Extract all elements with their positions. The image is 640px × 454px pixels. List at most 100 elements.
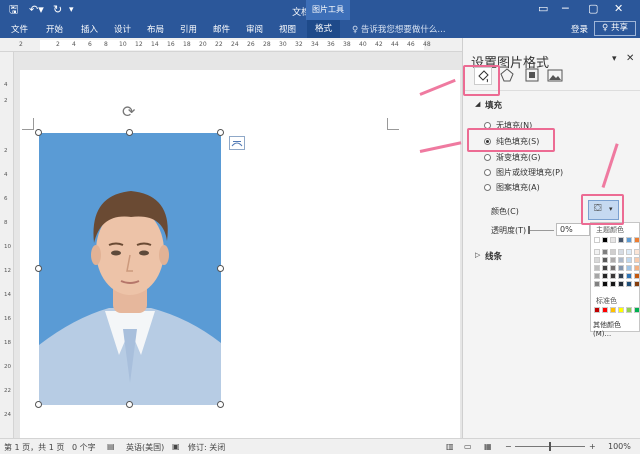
tab-home[interactable]: 开始: [46, 23, 63, 35]
macro-icon[interactable]: ▣: [172, 442, 180, 451]
color-swatch[interactable]: [602, 249, 608, 255]
resize-handle[interactable]: [35, 401, 42, 408]
color-swatch[interactable]: [594, 273, 600, 279]
color-swatch[interactable]: [594, 281, 600, 287]
resize-handle[interactable]: [217, 401, 224, 408]
zoom-thumb[interactable]: [549, 442, 551, 451]
color-swatch[interactable]: [634, 237, 640, 243]
color-swatch[interactable]: [602, 265, 608, 271]
tab-insert[interactable]: 插入: [81, 23, 98, 35]
tab-view[interactable]: 视图: [279, 23, 296, 35]
minimize-icon[interactable]: ─: [562, 2, 569, 15]
layout-options-icon[interactable]: [229, 136, 245, 150]
color-swatch[interactable]: [634, 307, 640, 313]
color-swatch[interactable]: [634, 249, 640, 255]
color-swatch[interactable]: [610, 273, 616, 279]
fill-section-header[interactable]: 填充: [485, 99, 502, 111]
zoom-level[interactable]: 100%: [608, 442, 631, 451]
tell-me-search[interactable]: ♀ 告诉我您想要做什么...: [352, 23, 446, 35]
maximize-icon[interactable]: ▢: [588, 2, 598, 15]
color-swatch[interactable]: [602, 281, 608, 287]
color-swatch[interactable]: [618, 265, 624, 271]
resize-handle[interactable]: [126, 129, 133, 136]
tab-format[interactable]: 格式: [307, 20, 341, 38]
color-swatch[interactable]: [626, 237, 632, 243]
close-icon[interactable]: ✕: [614, 2, 623, 15]
chevron-down-icon[interactable]: ◢: [475, 100, 480, 108]
layout-properties-icon[interactable]: [524, 67, 542, 85]
color-swatch[interactable]: [594, 307, 600, 313]
login-link[interactable]: 登录: [571, 23, 588, 35]
rotate-icon[interactable]: ⟳: [122, 102, 135, 121]
print-layout-icon[interactable]: ▭: [464, 442, 472, 451]
color-swatch[interactable]: [594, 249, 600, 255]
tab-mailings[interactable]: 邮件: [213, 23, 230, 35]
language[interactable]: 英语(美国): [126, 442, 164, 453]
zoom-out-icon[interactable]: −: [505, 442, 512, 451]
color-swatch[interactable]: [594, 237, 600, 243]
color-swatch[interactable]: [618, 281, 624, 287]
color-swatch[interactable]: [626, 265, 632, 271]
radio-pattern-fill[interactable]: [484, 184, 491, 191]
resize-handle[interactable]: [126, 401, 133, 408]
color-swatch[interactable]: [610, 307, 616, 313]
color-swatch[interactable]: [626, 249, 632, 255]
tab-review[interactable]: 审阅: [246, 23, 263, 35]
color-swatch[interactable]: [602, 273, 608, 279]
tab-design[interactable]: 设计: [114, 23, 131, 35]
color-swatch[interactable]: [610, 249, 616, 255]
color-swatch[interactable]: [634, 273, 640, 279]
color-swatch[interactable]: [626, 281, 632, 287]
transparency-slider[interactable]: [528, 230, 554, 231]
color-swatch[interactable]: [610, 281, 616, 287]
more-colors-link[interactable]: 其他颜色(M)...: [593, 320, 639, 338]
tab-file[interactable]: 文件: [11, 23, 28, 35]
chevron-right-icon[interactable]: ▷: [475, 251, 480, 259]
resize-handle[interactable]: [35, 265, 42, 272]
resize-handle[interactable]: [217, 129, 224, 136]
ruler-mark: 8: [4, 220, 8, 226]
color-swatch[interactable]: [618, 273, 624, 279]
color-swatch[interactable]: [610, 237, 616, 243]
color-swatch[interactable]: [602, 257, 608, 263]
color-swatch[interactable]: [618, 249, 624, 255]
portrait-photo[interactable]: [39, 133, 221, 405]
pane-close-icon[interactable]: ✕: [626, 53, 634, 64]
radio-picture-fill[interactable]: [484, 169, 491, 176]
ruler-mark: 44: [391, 41, 399, 48]
color-swatch[interactable]: [602, 237, 608, 243]
effects-icon[interactable]: [499, 67, 517, 85]
color-swatch[interactable]: [594, 265, 600, 271]
color-swatch[interactable]: [626, 273, 632, 279]
color-swatch[interactable]: [634, 257, 640, 263]
color-swatch[interactable]: [610, 257, 616, 263]
color-swatch[interactable]: [602, 307, 608, 313]
read-mode-icon[interactable]: ▥: [446, 442, 454, 451]
pane-options-icon[interactable]: ▾: [612, 54, 617, 64]
line-section-header[interactable]: 线条: [485, 250, 502, 262]
radio-gradient-fill[interactable]: [484, 154, 491, 161]
color-swatch[interactable]: [618, 307, 624, 313]
color-swatch[interactable]: [634, 265, 640, 271]
color-swatch[interactable]: [618, 237, 624, 243]
word-count[interactable]: 0 个字: [72, 442, 96, 453]
ribbon-display-icon[interactable]: ▭: [538, 2, 548, 15]
tab-references[interactable]: 引用: [180, 23, 197, 35]
tab-layout[interactable]: 布局: [147, 23, 164, 35]
proofing-icon[interactable]: ▤: [107, 442, 115, 451]
resize-handle[interactable]: [35, 129, 42, 136]
slider-thumb[interactable]: [528, 226, 530, 234]
web-layout-icon[interactable]: ▦: [484, 442, 492, 451]
color-swatch[interactable]: [610, 265, 616, 271]
share-button[interactable]: ♀ 共享: [594, 21, 636, 36]
resize-handle[interactable]: [217, 265, 224, 272]
color-swatch[interactable]: [626, 257, 632, 263]
color-swatch[interactable]: [594, 257, 600, 263]
color-swatch[interactable]: [618, 257, 624, 263]
zoom-in-icon[interactable]: +: [589, 442, 596, 451]
color-swatch[interactable]: [626, 307, 632, 313]
track-changes[interactable]: 修订: 关闭: [188, 442, 225, 453]
color-swatch[interactable]: [634, 281, 640, 287]
page-count[interactable]: 第 1 页，共 1 页: [4, 442, 64, 453]
picture-icon[interactable]: [547, 67, 565, 85]
